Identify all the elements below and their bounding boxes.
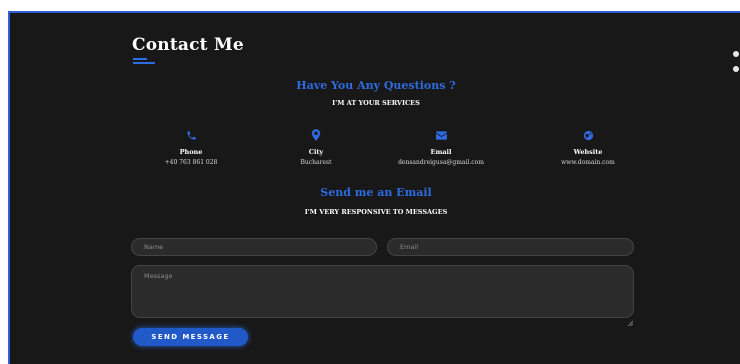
- settings-dot-icon[interactable]: [733, 51, 739, 57]
- globe-icon: [528, 129, 648, 141]
- info-label: Email: [430, 148, 452, 156]
- info-value: Bucharest: [300, 159, 332, 166]
- email-input[interactable]: [387, 238, 634, 256]
- info-value: www.domain.com: [561, 159, 615, 166]
- side-controls: [732, 51, 740, 81]
- resize-handle-icon[interactable]: [627, 311, 634, 330]
- info-city: City Bucharest: [256, 129, 376, 166]
- info-value: +40 763 861 028: [164, 159, 218, 166]
- info-label: City: [308, 148, 324, 156]
- info-label: Website: [573, 148, 603, 156]
- theme-dot-icon[interactable]: [733, 66, 739, 72]
- name-input[interactable]: [131, 238, 377, 256]
- info-phone: Phone +40 763 861 028: [131, 129, 251, 166]
- info-email: Email densandreigusa@gmail.com: [381, 129, 501, 166]
- info-value: densandreigusa@gmail.com: [398, 159, 484, 166]
- title-underline: [133, 58, 155, 64]
- page-title: Contact Me: [132, 35, 244, 55]
- send-message-button[interactable]: SEND MESSAGE: [133, 328, 248, 346]
- email-heading: Send me an Email: [320, 186, 432, 199]
- questions-subheading: I'M AT YOUR SERVICES: [332, 99, 420, 107]
- info-label: Phone: [179, 148, 203, 156]
- message-textarea[interactable]: [131, 265, 634, 318]
- envelope-icon: [381, 129, 501, 141]
- phone-icon: [131, 129, 251, 141]
- email-subheading: I'M VERY RESPONSIVE TO MESSAGES: [304, 208, 448, 216]
- info-website: Website www.domain.com: [528, 129, 648, 166]
- contact-section: Contact Me Have You Any Questions ? I'M …: [8, 11, 740, 364]
- location-pin-icon: [256, 129, 376, 141]
- questions-heading: Have You Any Questions ?: [296, 79, 456, 92]
